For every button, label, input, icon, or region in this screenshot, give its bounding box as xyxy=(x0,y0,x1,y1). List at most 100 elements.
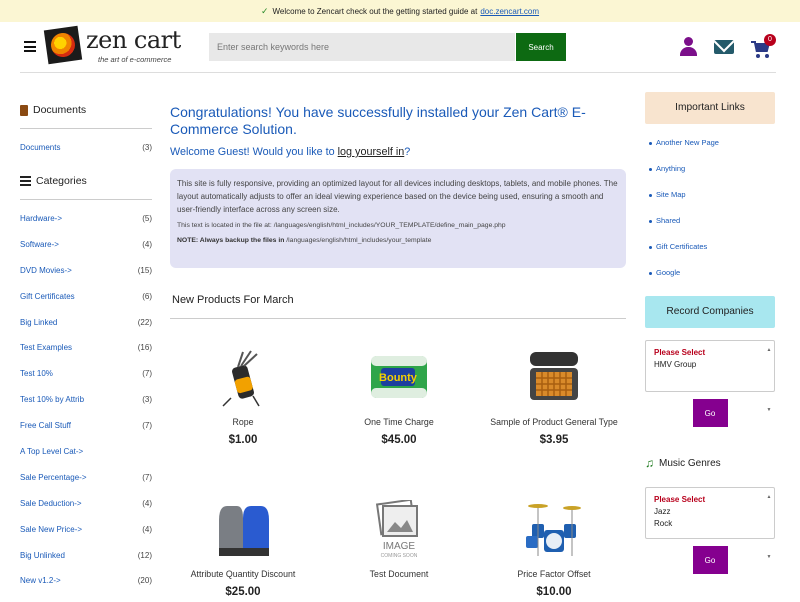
product-card[interactable]: Attribute Quantity Discount $25.00 xyxy=(168,500,318,598)
search-input[interactable] xyxy=(209,33,515,61)
golf-bag-icon[interactable] xyxy=(213,348,273,408)
bullet-icon xyxy=(649,272,652,275)
main-content: Congratulations! You have successfully i… xyxy=(170,104,628,598)
sidebar-item-category[interactable]: DVD Movies-> (15) xyxy=(20,266,152,292)
info-text: This site is fully responsive, providing… xyxy=(177,179,618,214)
important-link[interactable]: Site Map xyxy=(645,190,775,216)
drum-kit-icon[interactable] xyxy=(524,500,584,560)
new-products-heading: New Products For March xyxy=(172,294,294,306)
select-prompt: Please Select xyxy=(654,495,706,504)
cart-icon[interactable]: 0 xyxy=(751,34,777,60)
product-price: $1.00 xyxy=(228,434,258,446)
product-name[interactable]: Price Factor Offset xyxy=(479,569,629,579)
login-link[interactable]: log yourself in xyxy=(338,146,405,158)
docs-link[interactable]: doc.zencart.com xyxy=(480,7,539,16)
sidebar-item-category[interactable]: Gift Certificates (6) xyxy=(20,292,152,318)
left-sidebar: Documents Documents (3) Categories Hardw… xyxy=(20,100,152,602)
select-option[interactable]: HMV Group xyxy=(654,359,766,371)
important-link[interactable]: Google xyxy=(645,268,775,294)
sidebar-item-category[interactable]: Software-> (4) xyxy=(20,240,152,266)
record-company-select[interactable]: Please Select HMV Group ▲ ▼ xyxy=(645,340,775,413)
genre-go-button[interactable]: Go xyxy=(692,546,728,574)
divider xyxy=(20,128,152,129)
placeholder-text: IMAGE xyxy=(383,541,416,552)
product-price: $3.95 xyxy=(539,434,569,446)
bullet-icon xyxy=(649,142,652,145)
product-name[interactable]: Test Document xyxy=(324,569,474,579)
site-header: zen cart the art of e-commerce Search 0 xyxy=(0,22,800,72)
bullet-icon xyxy=(649,220,652,223)
right-sidebar: Important Links Another New Page Anything… xyxy=(645,92,775,574)
product-card[interactable]: IMAGE COMING SOON Test Document xyxy=(324,498,474,586)
important-links-list: Another New Page Anything Site Map Shared Gi… xyxy=(645,138,775,294)
sidebar-item-category[interactable]: New v1.2-> (20) xyxy=(20,576,152,602)
important-link[interactable]: Another New Page xyxy=(645,138,775,164)
sidebar-item-category[interactable]: Sale Deduction-> (4) xyxy=(20,499,152,525)
sidebar-item-category[interactable]: Sale Percentage-> (7) xyxy=(20,473,152,499)
select-scrollbar[interactable]: ▲ ▼ xyxy=(766,344,772,413)
product-price: $45.00 xyxy=(381,434,417,446)
important-links-heading: Important Links xyxy=(645,92,775,124)
sidebar-item-category[interactable]: Sale New Price-> (4) xyxy=(20,525,152,551)
bullet-icon xyxy=(649,246,652,249)
select-option[interactable]: Jazz xyxy=(654,506,766,518)
check-icon: ✓ xyxy=(260,5,269,16)
important-link[interactable]: Shared xyxy=(645,216,775,242)
site-logo[interactable]: zen cart the art of e-commerce xyxy=(43,25,196,65)
logo-tagline: the art of e-commerce xyxy=(98,55,172,64)
select-prompt: Please Select xyxy=(654,348,706,357)
sidebar-item-category[interactable]: Test Examples (16) xyxy=(20,343,152,369)
logo-mark-icon xyxy=(43,25,83,65)
paper-towel-icon[interactable]: Bounty xyxy=(369,348,429,408)
info-note: NOTE: Always backup the files in /langua… xyxy=(177,237,432,244)
important-link[interactable]: Gift Certificates xyxy=(645,242,775,268)
category-list: Hardware-> (5) Software-> (4) DVD Movies-> (1… xyxy=(20,214,152,602)
product-card[interactable]: Bounty One Time Charge $45.00 xyxy=(324,348,474,446)
music-note-icon: ♫ xyxy=(645,456,654,470)
list-icon xyxy=(20,176,31,186)
product-card[interactable]: Rope $1.00 xyxy=(168,348,318,446)
sidebar-item-category[interactable]: Big Linked (22) xyxy=(20,318,152,344)
placeholder-subtext: COMING SOON xyxy=(381,553,418,559)
product-card[interactable]: Price Factor Offset $10.00 xyxy=(479,500,629,598)
mail-icon[interactable] xyxy=(714,40,734,54)
record-go-button[interactable]: Go xyxy=(692,399,728,427)
sidebar-item-category[interactable]: A Top Level Cat-> xyxy=(20,447,152,473)
search-button[interactable]: Search xyxy=(516,33,566,61)
sidebar-item-category[interactable]: Hardware-> (5) xyxy=(20,214,152,240)
sidebar-item-category[interactable]: Test 10% (7) xyxy=(20,369,152,395)
waffle-maker-icon[interactable] xyxy=(524,348,584,408)
book-icon xyxy=(20,104,28,116)
categories-heading: Categories xyxy=(20,171,152,191)
product-name[interactable]: Sample of Product General Type xyxy=(479,417,629,427)
menu-icon[interactable] xyxy=(24,41,36,52)
header-divider xyxy=(20,72,776,73)
info-file-path: This text is located in the file at: /la… xyxy=(177,222,506,229)
announcement-bar: ✓ Welcome to Zencart check out the getti… xyxy=(0,0,800,22)
important-link[interactable]: Anything xyxy=(645,164,775,190)
bullet-icon xyxy=(649,194,652,197)
sidebar-item-category[interactable]: Free Call Stuff (7) xyxy=(20,421,152,447)
product-name[interactable]: Attribute Quantity Discount xyxy=(168,569,318,579)
svg-text:Bounty: Bounty xyxy=(379,372,418,384)
account-icon[interactable] xyxy=(678,36,700,58)
bullet-icon xyxy=(649,168,652,171)
sidebar-item-category[interactable]: Test 10% by Attrib (3) xyxy=(20,395,152,421)
image-placeholder-icon[interactable]: IMAGE COMING SOON xyxy=(369,498,429,560)
page-title: Congratulations! You have successfully i… xyxy=(170,104,586,137)
cart-count-badge: 0 xyxy=(764,34,776,46)
product-card[interactable]: Sample of Product General Type $3.95 xyxy=(479,348,629,446)
select-option[interactable]: Rock xyxy=(654,518,766,530)
divider xyxy=(170,318,626,319)
product-name[interactable]: Rope xyxy=(168,417,318,427)
select-scrollbar[interactable]: ▲ ▼ xyxy=(766,491,772,560)
logo-text: zen cart xyxy=(86,26,181,54)
sidebar-item-documents[interactable]: Documents (3) xyxy=(20,143,152,171)
gloves-icon[interactable] xyxy=(213,500,273,560)
music-genre-select[interactable]: Please Select Jazz Rock ▲ ▼ xyxy=(645,487,775,560)
sidebar-item-category[interactable]: Big Unlinked (12) xyxy=(20,551,152,577)
documents-heading: Documents xyxy=(20,100,152,120)
info-box: This site is fully responsive, providing… xyxy=(170,169,626,268)
product-name[interactable]: One Time Charge xyxy=(324,417,474,427)
announcement-text: Welcome to Zencart check out the getting… xyxy=(272,6,478,16)
